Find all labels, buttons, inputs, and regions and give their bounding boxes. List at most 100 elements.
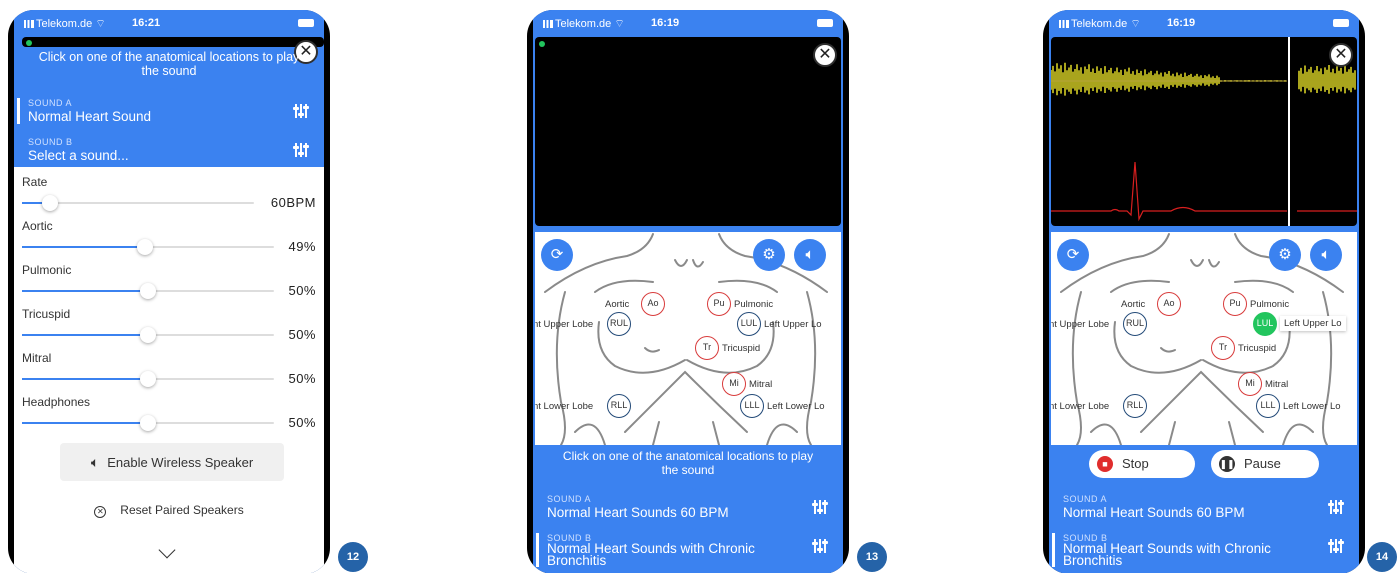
location-lul-label: Left Upper Lo	[1280, 316, 1346, 331]
location-aortic-button[interactable]: Ao	[641, 292, 665, 316]
slider-thumb[interactable]	[42, 195, 58, 211]
location-lul-button[interactable]: LUL	[1253, 312, 1277, 336]
battery-icon	[1333, 19, 1349, 27]
close-button[interactable]: ✕	[813, 43, 837, 67]
location-lll-label: Left Lower Lo	[767, 401, 825, 412]
slider-label: Mitral	[22, 351, 52, 365]
auscultation-screen: Telekom.de ⌔ 16:19 ✕ ⟳ ⚙ 🔈︎ Ao Aortic Pu Pu…	[533, 10, 843, 573]
settings-button[interactable]: ⚙	[753, 239, 785, 271]
location-mitral-label: Mitral	[1265, 379, 1289, 390]
equalizer-icon[interactable]	[1328, 539, 1344, 553]
equalizer-icon[interactable]	[293, 104, 309, 118]
slider-thumb[interactable]	[140, 327, 156, 343]
slider-row: Aortic 49%	[22, 219, 316, 263]
equalizer-icon[interactable]	[1328, 500, 1344, 514]
location-rul-label: nt Upper Lobe	[1051, 319, 1110, 330]
slider-label: Rate	[22, 175, 48, 189]
selected-indicator	[17, 98, 20, 124]
slider-thumb[interactable]	[137, 239, 153, 255]
slider-thumb[interactable]	[140, 371, 156, 387]
slider-track[interactable]	[22, 195, 254, 211]
body-diagram: ⟳ ⚙ 🔈︎ Ao Aortic Pu Pulmonic RUL nt Upper Lob…	[1051, 232, 1357, 445]
instruction-text: Click on one of the anatomical locations…	[38, 50, 300, 78]
slider-track[interactable]	[22, 239, 274, 255]
location-mitral-button[interactable]: Mi	[1238, 372, 1262, 396]
location-lul-button[interactable]: LUL	[737, 312, 761, 336]
sound-b-row[interactable]: SOUND B Normal Heart Sounds with Chronic…	[1049, 531, 1359, 571]
instruction-area: Click on one of the anatomical locations…	[533, 449, 843, 477]
location-pulmonic-label: Pulmonic	[1250, 299, 1290, 310]
sound-a-value: Normal Heart Sounds 60 BPM	[1063, 505, 1245, 520]
sound-a-label: SOUND A	[28, 98, 73, 108]
equalizer-icon[interactable]	[293, 143, 309, 157]
equalizer-icon[interactable]	[812, 500, 828, 514]
reset-button-label: Reset Paired Speakers	[120, 503, 244, 517]
location-pulmonic-button[interactable]: Pu	[1223, 292, 1247, 316]
location-lll-button[interactable]: LLL	[1256, 394, 1280, 418]
status-bar: Telekom.de ⌔ 16:21	[14, 10, 324, 36]
torso-drawing	[544, 233, 828, 445]
location-rul-button[interactable]: RUL	[607, 312, 631, 336]
selected-indicator	[536, 533, 539, 567]
settings-panel: Rate 60BPM Aortic 49% Pulmonic 50% Tricuspid 50…	[14, 167, 324, 573]
sound-b-row[interactable]: SOUND B Normal Heart Sounds with Chronic…	[533, 531, 843, 571]
slider-track[interactable]	[22, 371, 274, 387]
slider-track[interactable]	[22, 327, 274, 343]
slider-value: 50%	[288, 327, 316, 342]
location-aortic-button[interactable]: Ao	[1157, 292, 1181, 316]
location-pulmonic-button[interactable]: Pu	[707, 292, 731, 316]
video-area	[535, 37, 841, 226]
status-dot	[26, 40, 32, 46]
status-time: 16:21	[132, 17, 161, 29]
slider-track[interactable]	[22, 415, 274, 431]
location-tricuspid-label: Tricuspid	[1238, 343, 1277, 354]
stop-label: Stop	[1122, 456, 1149, 471]
location-tricuspid-label: Tricuspid	[722, 343, 761, 354]
carrier: Telekom.de ⌔	[543, 17, 625, 31]
equalizer-icon[interactable]	[812, 539, 828, 553]
battery-icon	[817, 19, 833, 27]
slider-value: 49%	[288, 239, 316, 254]
sound-a-row[interactable]: SOUND A Normal Heart Sound	[14, 96, 324, 132]
close-button[interactable]: ✕	[1329, 43, 1353, 67]
slider-row: Mitral 50%	[22, 351, 316, 395]
close-circle-icon: ✕	[94, 506, 107, 518]
slider-value: 50%	[288, 415, 316, 430]
settings-button[interactable]: ⚙	[1269, 239, 1301, 271]
chevron-down-icon[interactable]	[158, 541, 176, 559]
rotate-button[interactable]: ⟳	[1057, 239, 1089, 271]
wireless-button-label: Enable Wireless Speaker	[107, 455, 254, 470]
slider-row: Rate 60BPM	[22, 175, 316, 219]
sound-a-row[interactable]: SOUND A Normal Heart Sounds 60 BPM	[533, 492, 843, 528]
location-rll-button[interactable]: RLL	[1123, 394, 1147, 418]
rotate-button[interactable]: ⟳	[541, 239, 573, 271]
sound-b-row[interactable]: SOUND B Select a sound...	[14, 135, 324, 171]
location-lll-button[interactable]: LLL	[740, 394, 764, 418]
battery-icon	[298, 19, 314, 27]
phone-screen-14: Telekom.de ⌔ 16:19 ✕ ⟳ ⚙ 🔈︎ Ao Aortic Pu Pu…	[1043, 10, 1365, 573]
slider-fill	[22, 378, 148, 380]
speaker-icon: 🔈︎	[90, 454, 100, 470]
location-tricuspid-button[interactable]: Tr	[695, 336, 719, 360]
location-lul-label: Left Upper Lo	[764, 319, 822, 330]
pause-button[interactable]: ❚❚ Pause	[1211, 450, 1319, 478]
volume-button[interactable]: 🔈︎	[794, 239, 826, 271]
slider-thumb[interactable]	[140, 283, 156, 299]
location-tricuspid-button[interactable]: Tr	[1211, 336, 1235, 360]
carrier: Telekom.de ⌔	[24, 17, 106, 31]
location-rll-button[interactable]: RLL	[607, 394, 631, 418]
sound-a-row[interactable]: SOUND A Normal Heart Sounds 60 BPM	[1049, 492, 1359, 528]
slider-value: 50%	[288, 283, 316, 298]
enable-wireless-speaker-button[interactable]: 🔈︎ Enable Wireless Speaker	[60, 443, 284, 481]
sound-b-label: SOUND B	[28, 137, 73, 147]
status-time: 16:19	[1167, 17, 1196, 29]
status-bar: Telekom.de ⌔ 16:19	[1049, 10, 1359, 36]
stop-button[interactable]: ■ Stop	[1089, 450, 1195, 478]
reset-paired-speakers-button[interactable]: ✕ Reset Paired Speakers	[14, 503, 324, 518]
slider-row: Headphones 50%	[22, 395, 316, 439]
volume-button[interactable]: 🔈︎	[1310, 239, 1342, 271]
slider-track[interactable]	[22, 283, 274, 299]
location-rul-button[interactable]: RUL	[1123, 312, 1147, 336]
slider-thumb[interactable]	[140, 415, 156, 431]
location-mitral-button[interactable]: Mi	[722, 372, 746, 396]
